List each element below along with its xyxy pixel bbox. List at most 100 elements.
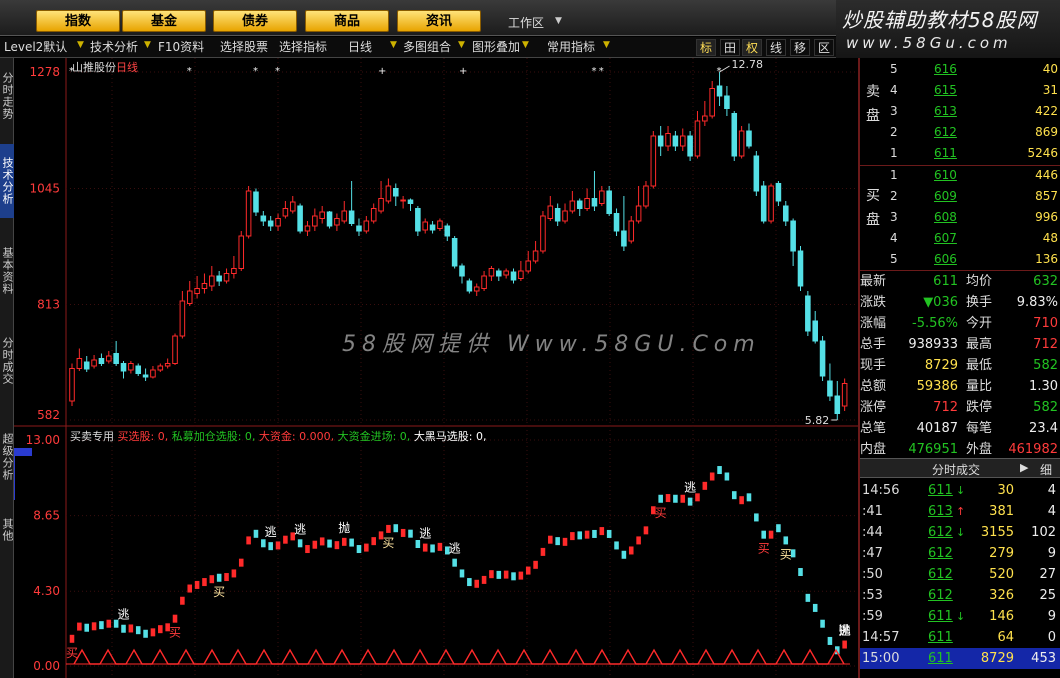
indicator-bar	[268, 542, 273, 551]
tick-row[interactable]: :47 612 279 9	[860, 543, 1060, 564]
dropdown-arrow-icon[interactable]: ▼	[522, 40, 529, 50]
dropdown-arrow-icon[interactable]: ▼	[77, 40, 84, 50]
tick-row[interactable]: :44 612 ↓ 3155 102	[860, 522, 1060, 543]
toolbar-select-stock[interactable]: 选择股票	[220, 39, 268, 56]
event-marker-icon: +	[459, 66, 467, 77]
stat-label: 今开	[966, 316, 993, 331]
order-price[interactable]: 613	[934, 101, 957, 122]
kline-chart[interactable]: 1278 1045 813 582 13.00 8.65 4.30 0.00 12.78 5.82…	[14, 58, 858, 678]
tick-count: 9	[1047, 609, 1056, 624]
rights-icon[interactable]: 权	[742, 39, 762, 56]
chart-toolbar: Level2默认 ▼ 技术分析 ▼ F10资料 选择股票 选择指标 日线 ▼ 多…	[0, 37, 836, 58]
grid-icon[interactable]: 田	[720, 39, 740, 56]
quote-stat-row: 涨停 712 跌停 582	[860, 397, 1060, 418]
toolbar-level2-default[interactable]: Level2默认	[4, 39, 67, 56]
tick-list-header[interactable]: 分时成交 ▶ 细	[860, 458, 1060, 478]
dropdown-arrow-icon[interactable]: ▼	[144, 40, 151, 50]
toolbar-f10[interactable]: F10资料	[158, 39, 204, 56]
tick-count: 102	[1031, 525, 1056, 540]
tick-row[interactable]: :41 613 ↑ 381 4	[860, 501, 1060, 522]
tick-row[interactable]: :53 612 326 25	[860, 585, 1060, 606]
candle-down	[415, 208, 421, 232]
tick-count: 453	[1031, 651, 1056, 666]
vtab-other[interactable]: 其他	[0, 510, 14, 550]
toolbar-select-indicator[interactable]: 选择指标	[279, 39, 327, 56]
toolbar-daily[interactable]: 日线	[348, 39, 372, 56]
order-row[interactable]: 4 615 31	[890, 80, 1058, 101]
signal-label: 买	[382, 536, 394, 550]
indicator-bar	[805, 593, 811, 602]
tick-header-label[interactable]: 分时成交	[932, 461, 980, 478]
candle-down	[724, 95, 730, 109]
trading-app-window: 指数 基金 债券 商品 资讯 工作区 ▼ 炒股辅助教材58股网 www.58Gu…	[0, 0, 1060, 678]
order-row[interactable]: 2 609 857	[890, 186, 1058, 207]
stat-label: 最新	[860, 274, 887, 289]
indicator-bar	[731, 491, 737, 500]
stat-label: 总额	[860, 379, 887, 394]
range-icon[interactable]: 区	[814, 39, 834, 56]
order-price[interactable]: 610	[934, 165, 957, 186]
workspace-menu[interactable]: 工作区	[508, 14, 544, 31]
indicator-bar	[621, 550, 627, 559]
order-price[interactable]: 609	[934, 186, 957, 207]
dropdown-arrow-icon[interactable]: ▼	[458, 40, 465, 50]
candle-down	[554, 208, 561, 222]
price-axis-label: 582	[37, 408, 60, 422]
order-row[interactable]: 1 611 5246	[890, 143, 1058, 164]
order-price[interactable]: 612	[934, 122, 957, 143]
candle-down	[98, 358, 105, 364]
move-icon[interactable]: 移	[790, 39, 810, 56]
candle-up	[194, 288, 200, 294]
order-price[interactable]: 611	[934, 143, 957, 164]
tick-row[interactable]: 14:57 611 64 0	[860, 627, 1060, 648]
tab-index[interactable]: 指数	[36, 10, 120, 32]
vtab-super-analysis[interactable]: 超级分析	[0, 422, 14, 492]
tick-header-detail[interactable]: 细	[1040, 461, 1052, 478]
dropdown-arrow-icon[interactable]: ▼	[603, 40, 610, 50]
tab-bond[interactable]: 债券	[213, 10, 297, 32]
order-row[interactable]: 5 606 136	[890, 249, 1058, 270]
vtab-fundamentals[interactable]: 基本资料	[0, 236, 14, 306]
indicator-item-money-in: 大资金进场: 0,	[337, 430, 411, 443]
kline-chart-panel[interactable]: 1278 1045 813 582 13.00 8.65 4.30 0.00 12.78 5.82…	[14, 58, 858, 678]
candle-up	[650, 135, 657, 187]
order-price[interactable]: 608	[934, 207, 957, 228]
toolbar-overlay[interactable]: 图形叠加	[472, 39, 520, 56]
indicator-bar	[422, 543, 428, 552]
dropdown-arrow-icon[interactable]: ▼	[555, 16, 562, 26]
toolbar-common-indicators[interactable]: 常用指标	[547, 39, 595, 56]
line-icon[interactable]: 线	[766, 39, 786, 56]
candle-up	[473, 286, 480, 292]
toolbar-multi-chart[interactable]: 多图组合	[403, 39, 451, 56]
vtab-trades[interactable]: 分时成交	[0, 326, 14, 396]
tick-row[interactable]: 14:56 611 ↓ 30 4	[860, 480, 1060, 501]
vtab-timeshare[interactable]: 分时走势	[0, 60, 14, 132]
play-arrow-icon[interactable]: ▶	[1020, 461, 1028, 474]
candle-up	[709, 88, 715, 117]
order-row[interactable]: 1 610 446	[890, 165, 1058, 186]
order-volume: 136	[1035, 252, 1058, 266]
tick-row[interactable]: 15:00 611 8729 453	[860, 648, 1060, 669]
toolbar-technical-analysis[interactable]: 技术分析	[90, 39, 138, 56]
tab-fund[interactable]: 基金	[122, 10, 206, 32]
order-row[interactable]: 4 607 48	[890, 228, 1058, 249]
order-row[interactable]: 3 613 422	[890, 101, 1058, 122]
order-price[interactable]: 606	[934, 249, 957, 270]
order-row[interactable]: 5 616 40	[890, 59, 1058, 80]
tab-news[interactable]: 资讯	[397, 10, 481, 32]
order-price[interactable]: 616	[934, 59, 957, 80]
mark-icon[interactable]: 标	[696, 39, 716, 56]
order-price[interactable]: 607	[934, 228, 957, 249]
vtab-technical[interactable]: 技术分析	[0, 144, 14, 218]
candle-down	[297, 205, 303, 232]
order-row[interactable]: 2 612 869	[890, 122, 1058, 143]
order-price[interactable]: 615	[934, 80, 957, 101]
tick-row[interactable]: :59 611 ↓ 146 9	[860, 606, 1060, 627]
candle-down	[135, 365, 142, 374]
dropdown-arrow-icon[interactable]: ▼	[390, 40, 397, 50]
tab-commodity[interactable]: 商品	[305, 10, 389, 32]
order-row[interactable]: 3 608 996	[890, 207, 1058, 228]
brand-banner: 炒股辅助教材58股网 www.58Gu.com	[836, 0, 1060, 58]
indicator-bar	[128, 624, 134, 633]
tick-row[interactable]: :50 612 520 27	[860, 564, 1060, 585]
